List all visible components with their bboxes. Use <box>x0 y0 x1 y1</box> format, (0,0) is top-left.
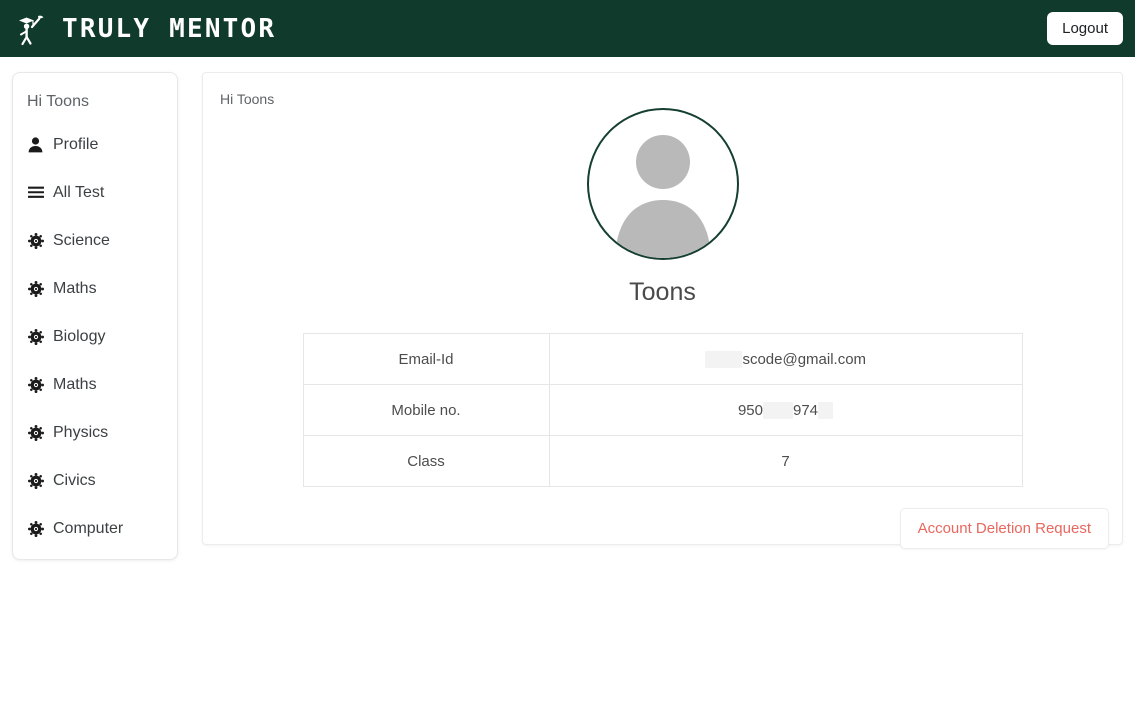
sidebar-item-label: Maths <box>53 376 97 393</box>
delete-row: Account Deletion Request <box>203 508 1122 549</box>
app-header: TRULY MENTOR Logout <box>0 0 1135 57</box>
mobile-value-part-1: 950 <box>737 401 763 419</box>
page-body: Hi Toons Profile All Test Science Maths … <box>0 57 1135 560</box>
email-value: scode@gmail.com <box>742 350 867 368</box>
sidebar-item-physics[interactable]: Physics <box>13 421 177 445</box>
row-value: 7 <box>548 435 1023 487</box>
brand-name: TRULY MENTOR <box>62 13 277 44</box>
row-label: Mobile no. <box>302 384 550 436</box>
profile-name: Toons <box>629 278 696 306</box>
sidebar-item-label: Biology <box>53 328 106 345</box>
avatar <box>586 108 739 260</box>
account-deletion-request-button[interactable]: Account Deletion Request <box>899 508 1109 549</box>
sidebar-item-label: Computer <box>53 520 124 537</box>
mobile-value-part-2: 974 <box>793 401 819 419</box>
graduate-figure-icon <box>14 11 48 47</box>
atom-icon <box>27 281 44 298</box>
sidebar-item-label: Physics <box>53 424 109 441</box>
atom-icon <box>27 473 44 490</box>
row-value: xxxxxscode@gmail.com <box>548 333 1023 385</box>
logout-button[interactable]: Logout <box>1047 12 1123 45</box>
sidebar-item-label: Civics <box>53 472 96 489</box>
default-user-avatar-icon <box>589 110 737 258</box>
row-label: Email-Id <box>302 333 550 385</box>
sidebar-item-civics[interactable]: Civics <box>13 469 177 493</box>
atom-icon <box>27 425 44 442</box>
table-row: Class 7 <box>302 435 1023 487</box>
sidebar-item-label: Profile <box>53 136 99 153</box>
sidebar-item-all-test[interactable]: All Test <box>13 181 177 205</box>
redacted-text: xxxxx <box>704 350 743 368</box>
table-row: Email-Id xxxxxscode@gmail.com <box>302 333 1023 385</box>
sidebar-item-label: Maths <box>53 280 97 297</box>
sidebar-item-computer[interactable]: Computer <box>13 517 177 541</box>
redacted-text: xxxx <box>763 401 793 419</box>
row-value: 950xxxx974xx <box>548 384 1023 436</box>
row-label: Class <box>302 435 550 487</box>
avatar-wrap <box>203 108 1122 260</box>
list-menu-icon <box>27 185 44 202</box>
table-row: Mobile no. 950xxxx974xx <box>302 384 1023 436</box>
sidebar-item-label: Science <box>53 232 110 249</box>
sidebar-item-maths[interactable]: Maths <box>13 277 177 301</box>
brand: TRULY MENTOR <box>14 11 276 47</box>
profile-info-table: Email-Id xxxxxscode@gmail.com Mobile no.… <box>302 333 1023 487</box>
sidebar: Hi Toons Profile All Test Science Maths … <box>12 72 178 560</box>
sidebar-item-label: All Test <box>53 184 105 201</box>
redacted-text: xx <box>818 401 834 419</box>
sidebar-greeting: Hi Toons <box>27 93 89 110</box>
sidebar-item-biology[interactable]: Biology <box>13 325 177 349</box>
atom-icon <box>27 521 44 538</box>
breadcrumb: Hi Toons <box>220 91 275 107</box>
sidebar-item-profile[interactable]: Profile <box>13 133 177 157</box>
profile-card: Hi Toons Toons Email-Id xxxxxscode@gmail… <box>202 72 1123 549</box>
person-icon <box>27 137 44 154</box>
atom-icon <box>27 233 44 250</box>
sidebar-item-maths-2[interactable]: Maths <box>13 373 177 397</box>
atom-icon <box>27 377 44 394</box>
sidebar-item-science[interactable]: Science <box>13 229 177 253</box>
atom-icon <box>27 329 44 346</box>
